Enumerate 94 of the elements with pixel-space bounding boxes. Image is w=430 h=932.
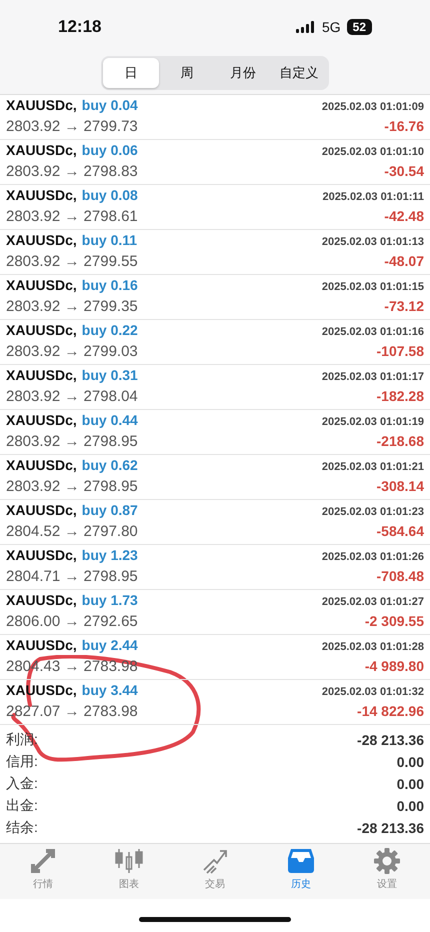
deal-side: buy 3.44 [82, 682, 138, 698]
deal-time: 2025.02.03 01:01:13 [322, 236, 424, 248]
tab-bar-item[interactable]: 图表 [99, 848, 159, 900]
summary-label: 入金: [6, 775, 38, 794]
deal-symbol: XAUUSDc, [6, 502, 77, 518]
deal-prices: 2803.92 → 2798.95 [6, 478, 138, 496]
deal-profit: -16.76 [384, 118, 424, 134]
period-tab[interactable]: 月份 [215, 58, 271, 88]
deal-symbol: XAUUSDc, [6, 412, 77, 428]
deal-time: 2025.02.03 01:01:16 [322, 326, 424, 338]
signal-icon [296, 21, 316, 34]
deal-profit: -2 309.55 [364, 613, 424, 630]
candlestick-icon [115, 848, 143, 874]
summary-label: 信用: [6, 753, 38, 772]
deal-profit: -14 822.96 [357, 703, 424, 720]
deal-side: buy 1.73 [82, 592, 138, 608]
trend-arrow-icon [202, 848, 228, 874]
deal-profit: -30.54 [384, 163, 424, 180]
deal-prices: 2806.00 → 2792.65 [6, 613, 138, 630]
deal-side: buy 0.08 [82, 187, 138, 204]
deal-prices: 2803.92 → 2799.73 [6, 118, 138, 136]
double-arrow-icon [30, 848, 56, 874]
deal-time: 2025.02.03 01:01:27 [322, 596, 424, 608]
deal-time: 2025.02.03 01:01:21 [322, 461, 424, 474]
deal-side: buy 0.11 [82, 232, 138, 248]
battery-indicator: 52 [346, 19, 372, 36]
status-time: 12:18 [58, 17, 102, 38]
deal-prices: 2827.07 → 2783.98 [6, 703, 138, 720]
deal-time: 2025.02.03 01:01:26 [322, 551, 424, 564]
deal-prices: 2803.92 → 2799.03 [6, 343, 138, 360]
summary-value: -28 213.36 [357, 820, 424, 836]
deal-side: buy 0.06 [82, 142, 138, 158]
deal-side: buy 0.04 [82, 97, 138, 114]
deal-time: 2025.02.03 01:01:15 [322, 281, 424, 294]
deal-side: buy 0.22 [82, 322, 138, 338]
deal-time: 2025.02.03 01:01:28 [322, 641, 424, 654]
deal-time: 2025.02.03 01:01:10 [322, 146, 424, 158]
deal-profit: -73.12 [384, 298, 424, 314]
summary-value: -28 213.36 [357, 732, 424, 748]
tab-bar-item[interactable]: 设置 [357, 848, 417, 900]
deal-profit: -708.48 [376, 568, 424, 584]
deal-profit: -584.64 [376, 523, 424, 540]
deal-symbol: XAUUSDc, [6, 232, 77, 248]
period-tab[interactable]: 自定义 [271, 58, 327, 88]
inbox-tray-icon [287, 848, 315, 874]
deal-symbol: XAUUSDc, [6, 187, 77, 204]
deal-profit: -182.28 [376, 388, 424, 404]
summary-value: 0.00 [396, 754, 424, 770]
deal-side: buy 0.44 [82, 412, 138, 428]
deal-profit: -48.07 [384, 253, 424, 270]
deal-profit: -218.68 [376, 433, 424, 450]
summary-value: 0.00 [396, 798, 424, 814]
summary-label: 出金: [6, 797, 38, 816]
deal-prices: 2803.92 → 2798.61 [6, 208, 138, 226]
deal-side: buy 2.44 [82, 637, 138, 654]
period-tab[interactable]: 周 [159, 58, 215, 88]
network-label: 5G [322, 19, 341, 36]
deal-prices: 2803.92 → 2798.04 [6, 388, 138, 406]
tab-bar-item[interactable]: 历史 [271, 848, 331, 900]
period-tab[interactable]: 日 [103, 58, 159, 88]
deal-prices: 2803.92 → 2798.95 [6, 433, 138, 450]
summary-value: 0.00 [396, 776, 424, 792]
tab-bar-item[interactable]: 交易 [185, 848, 245, 900]
deal-symbol: XAUUSDc, [6, 547, 77, 564]
deal-side: buy 0.31 [82, 367, 138, 384]
tab-bar-item[interactable]: 行情 [13, 848, 73, 900]
deal-symbol: XAUUSDc, [6, 367, 77, 384]
deal-prices: 2803.92 → 2799.55 [6, 253, 138, 270]
deal-time: 2025.02.03 01:01:17 [322, 371, 424, 384]
deal-side: buy 0.87 [82, 502, 138, 518]
deal-time: 2025.02.03 01:01:19 [322, 416, 424, 428]
deal-side: buy 1.23 [82, 547, 138, 564]
deal-side: buy 0.16 [82, 277, 138, 294]
deal-prices: 2803.92 → 2798.83 [6, 163, 138, 180]
deal-symbol: XAUUSDc, [6, 277, 77, 294]
deal-symbol: XAUUSDc, [6, 142, 77, 158]
deal-time: 2025.02.03 01:01:32 [322, 686, 424, 698]
deal-profit: -308.14 [376, 478, 424, 494]
deal-time: 2025.02.03 01:01:23 [322, 506, 424, 518]
deal-side: buy 0.62 [82, 457, 138, 474]
deal-prices: 2804.71 → 2798.95 [6, 568, 138, 586]
summary-label: 结余: [6, 819, 38, 838]
deal-symbol: XAUUSDc, [6, 637, 77, 654]
deal-profit: -107.58 [376, 343, 424, 360]
deal-profit: -4 989.80 [364, 658, 424, 674]
deal-symbol: XAUUSDc, [6, 97, 77, 114]
deal-time: 2025.02.03 01:01:09 [322, 101, 424, 114]
deal-symbol: XAUUSDc, [6, 592, 77, 608]
deal-prices: 2803.92 → 2799.35 [6, 298, 138, 316]
deal-time: 2025.02.03 01:01:11 [322, 191, 424, 204]
deal-profit: -42.48 [384, 208, 424, 224]
deal-symbol: XAUUSDc, [6, 322, 77, 338]
deal-symbol: XAUUSDc, [6, 457, 77, 474]
deal-prices: 2804.52 → 2797.80 [6, 523, 138, 540]
